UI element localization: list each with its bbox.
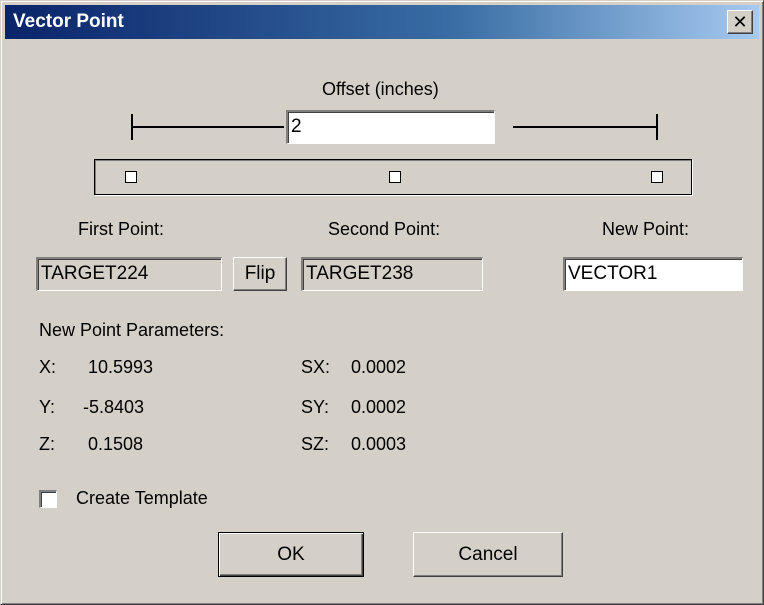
second-point-label: Second Point: xyxy=(328,219,441,239)
new-point-label: New Point: xyxy=(602,219,690,239)
points-bar xyxy=(94,159,692,195)
close-button[interactable]: ✕ xyxy=(727,10,753,34)
second-point-marker[interactable] xyxy=(651,171,663,183)
new-point-field[interactable]: VECTOR1 xyxy=(563,257,743,291)
sx-label: SX: xyxy=(301,357,331,377)
z-value: 0.1508 xyxy=(88,434,144,454)
window-title: Vector Point xyxy=(13,11,124,32)
flip-button[interactable]: Flip xyxy=(233,257,287,291)
new-point-marker[interactable] xyxy=(389,171,401,183)
sy-value: 0.0002 xyxy=(351,397,407,417)
y-label: Y: xyxy=(39,397,56,417)
sx-value: 0.0002 xyxy=(351,357,407,377)
vector-point-dialog: Vector Point ✕ Offset (inches) 2 First P… xyxy=(0,0,764,605)
y-value: -5.8403 xyxy=(83,397,145,417)
cancel-button[interactable]: Cancel xyxy=(413,532,563,577)
first-point-field[interactable]: TARGET224 xyxy=(36,257,222,291)
sy-label: SY: xyxy=(301,397,330,417)
create-template-checkbox[interactable] xyxy=(39,490,57,508)
offset-right-line xyxy=(513,126,658,128)
offset-right-bracket xyxy=(656,114,658,140)
parameters-heading: New Point Parameters: xyxy=(39,320,225,340)
offset-label: Offset (inches) xyxy=(322,79,439,99)
sz-value: 0.0003 xyxy=(351,434,407,454)
x-label: X: xyxy=(39,357,57,377)
close-icon: ✕ xyxy=(732,12,748,32)
offset-left-line xyxy=(131,126,284,128)
x-value: 10.5993 xyxy=(88,357,154,377)
create-template-label[interactable]: Create Template xyxy=(76,488,208,509)
first-point-marker[interactable] xyxy=(125,171,137,183)
second-point-field[interactable]: TARGET238 xyxy=(301,257,483,291)
first-point-label: First Point: xyxy=(78,219,165,239)
title-bar[interactable]: Vector Point ✕ xyxy=(5,5,759,39)
ok-button[interactable]: OK xyxy=(218,532,364,577)
z-label: Z: xyxy=(39,434,55,454)
offset-input[interactable]: 2 xyxy=(286,110,495,144)
sz-label: SZ: xyxy=(301,434,330,454)
